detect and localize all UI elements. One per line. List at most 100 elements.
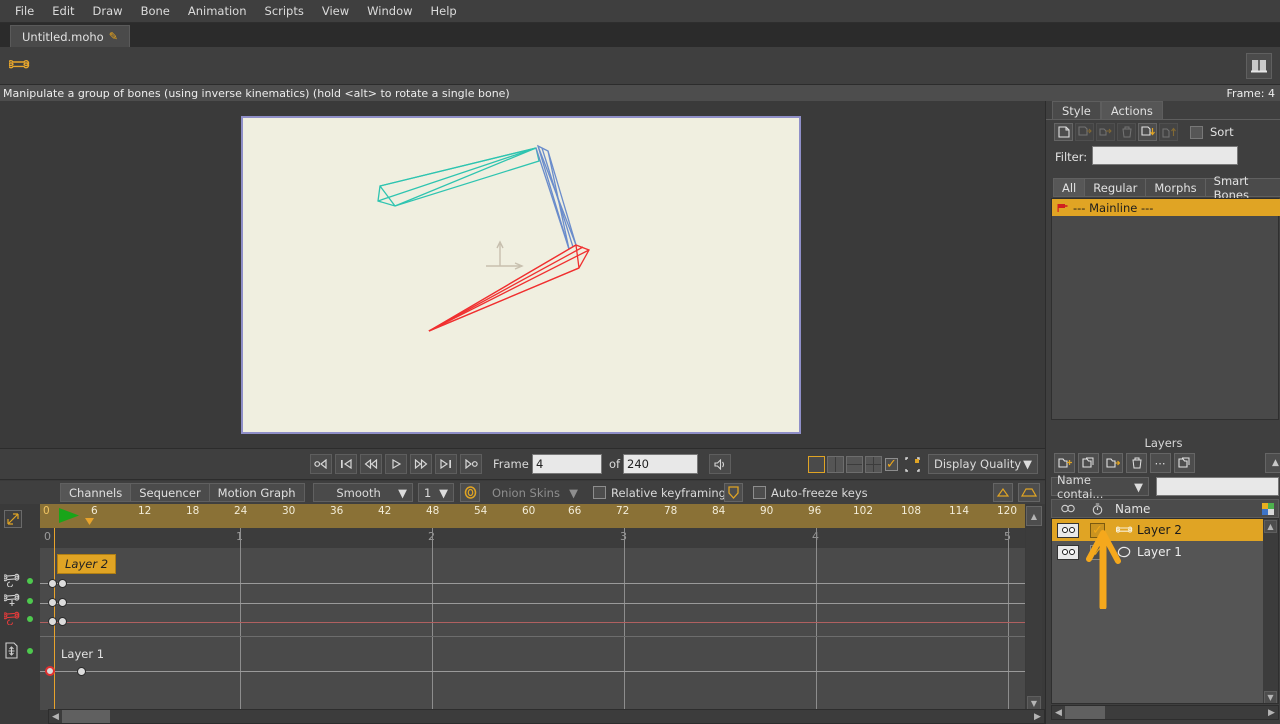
extract-action-button[interactable]	[1159, 123, 1178, 141]
play-button[interactable]	[385, 454, 407, 474]
auto-freeze-keys-checkbox[interactable]	[753, 486, 766, 499]
book-panel-icon[interactable]	[1246, 53, 1272, 79]
channel-enabled-dot[interactable]	[27, 616, 33, 622]
playhead-green-marker[interactable]	[58, 507, 86, 524]
menu-item-animation[interactable]: Animation	[179, 2, 256, 20]
document-tab-untitled[interactable]: Untitled.moho ✎	[10, 25, 130, 47]
channel-enabled-dot[interactable]	[27, 648, 33, 654]
category-tab-smart-bones[interactable]: Smart Bones	[1204, 174, 1280, 202]
tab-actions[interactable]: Actions	[1100, 101, 1163, 119]
single-view-button[interactable]	[808, 456, 825, 473]
menu-item-view[interactable]: View	[313, 2, 358, 20]
ease-both-button[interactable]	[1018, 483, 1040, 502]
quad-view-button[interactable]	[865, 456, 882, 473]
view-enable-checkbox[interactable]: ✓	[885, 458, 898, 471]
tab-style[interactable]: Style	[1052, 101, 1101, 119]
category-tab-all[interactable]: All	[1053, 178, 1086, 197]
timeline-ruler[interactable]: 0 6 12 18 24 30 36 42 48 54 60 66 72 78 …	[40, 504, 1025, 528]
channel-enabled-dot[interactable]	[27, 578, 33, 584]
layer-row-layer1[interactable]: ✓ Layer 1	[1052, 541, 1263, 563]
layer-search-input[interactable]	[1156, 477, 1279, 496]
keyframe-marker[interactable]	[48, 598, 57, 607]
actions-list[interactable]: --- Mainline ---	[1051, 198, 1280, 420]
layer-animate-checkbox[interactable]: ✓	[1084, 522, 1111, 538]
category-tab-morphs[interactable]: Morphs	[1145, 178, 1206, 197]
duplicate-layer-button[interactable]	[1078, 453, 1099, 473]
channel-track-line[interactable]	[40, 622, 1025, 623]
frame-input[interactable]	[532, 454, 602, 474]
onion-skins-dropdown[interactable]: Onion Skins ▼	[486, 483, 584, 502]
document-stage[interactable]	[241, 116, 801, 434]
layer-settings-button[interactable]	[1174, 453, 1195, 473]
layers-list[interactable]: ✓ Layer 2 ✓ Layer 1 ▲ ▼	[1051, 518, 1279, 704]
layer-row-layer2[interactable]: ✓ Layer 2	[1052, 519, 1263, 541]
step-forward-button[interactable]	[410, 454, 432, 474]
layer-visibility-toggle[interactable]	[1052, 544, 1084, 560]
interpolation-dropdown[interactable]: Smooth ▼	[313, 483, 413, 502]
tab-channels[interactable]: Channels	[60, 483, 132, 502]
scroll-left-button[interactable]: ◀	[1052, 706, 1065, 719]
filter-input[interactable]	[1092, 146, 1238, 165]
channel-track-line[interactable]	[40, 671, 1025, 672]
scroll-right-button[interactable]: ▶	[1265, 706, 1278, 719]
relative-keyframing-checkbox[interactable]	[593, 486, 606, 499]
scroll-right-button[interactable]: ▶	[1031, 710, 1044, 723]
canvas-area[interactable]	[0, 101, 1045, 448]
menu-item-scripts[interactable]: Scripts	[256, 2, 313, 20]
delete-action-button[interactable]	[1117, 123, 1136, 141]
jump-to-end-button[interactable]	[460, 454, 482, 474]
ease-in-button[interactable]	[993, 483, 1013, 502]
jump-to-start-button[interactable]	[310, 454, 332, 474]
keyframe-marker[interactable]	[48, 617, 57, 626]
keyframe-marker[interactable]	[48, 579, 57, 588]
layers-vertical-scrollbar[interactable]: ▲ ▼	[1263, 519, 1278, 703]
playhead-orange-marker[interactable]	[84, 517, 95, 527]
bone-manipulate-icon[interactable]	[7, 52, 33, 78]
scroll-thumb[interactable]	[62, 710, 110, 723]
action-row-mainline[interactable]: --- Mainline ---	[1052, 199, 1280, 216]
sort-checkbox[interactable]	[1190, 125, 1203, 139]
keyframe-marker-selected[interactable]	[45, 666, 55, 676]
channel-track-line[interactable]	[40, 583, 1025, 584]
keyframe-marker[interactable]	[58, 598, 67, 607]
timeline-horizontal-scrollbar[interactable]: ◀ ▶	[48, 709, 1045, 724]
ruler-scroll-up-button[interactable]: ▲	[1026, 506, 1042, 526]
timeline-vertical-scrollbar[interactable]: ▼	[1026, 528, 1042, 710]
shield-icon[interactable]	[724, 483, 743, 502]
layer-search-mode-dropdown[interactable]: Name contai... ▼	[1051, 473, 1149, 501]
menu-item-bone[interactable]: Bone	[132, 2, 179, 20]
menu-item-window[interactable]: Window	[358, 2, 421, 20]
new-layer-button[interactable]	[1054, 453, 1075, 473]
keyframe-marker[interactable]	[58, 617, 67, 626]
channel-enabled-dot[interactable]	[27, 598, 33, 604]
channel-track-line[interactable]	[40, 603, 1025, 604]
timeline-group-label-layer2[interactable]: Layer 2	[57, 554, 117, 574]
timeline-group-label-layer1[interactable]: Layer 1	[61, 647, 104, 661]
layers-horizontal-scrollbar[interactable]: ◀ ▶	[1051, 705, 1279, 720]
next-keyframe-button[interactable]	[435, 454, 457, 474]
layer-animate-checkbox[interactable]: ✓	[1084, 544, 1111, 560]
expand-timeline-icon[interactable]	[4, 510, 22, 528]
scroll-left-button[interactable]: ◀	[49, 710, 62, 723]
category-tab-regular[interactable]: Regular	[1084, 178, 1147, 197]
layers-scroll-down-button[interactable]: ▼	[1264, 691, 1277, 703]
more-options-button[interactable]: ⋯	[1150, 453, 1171, 473]
previous-keyframe-button[interactable]	[335, 454, 357, 474]
chevron-up-icon[interactable]: ▲	[1265, 453, 1280, 473]
timeline-body[interactable]: 0 1 2 3 4 5 Layer 2 Layer 1	[40, 528, 1025, 710]
timeline-scroll-down-button[interactable]: ▼	[1027, 696, 1041, 710]
rename-action-button[interactable]	[1096, 123, 1115, 141]
scroll-thumb[interactable]	[1065, 706, 1105, 719]
interpolation-value-dropdown[interactable]: 1 ▼	[418, 483, 454, 502]
speaker-icon[interactable]	[709, 454, 731, 474]
onion-skin-toggle-icon[interactable]	[460, 483, 480, 502]
split-horizontal-view-button[interactable]	[846, 456, 863, 473]
step-back-button[interactable]	[360, 454, 382, 474]
select-bounds-icon[interactable]	[905, 457, 920, 475]
menu-item-draw[interactable]: Draw	[84, 2, 132, 20]
menu-item-help[interactable]: Help	[422, 2, 466, 20]
color-swatch-icon[interactable]	[1258, 502, 1278, 515]
new-group-button[interactable]	[1102, 453, 1123, 473]
duplicate-action-button[interactable]	[1075, 123, 1094, 141]
delete-layer-button[interactable]	[1126, 453, 1147, 473]
